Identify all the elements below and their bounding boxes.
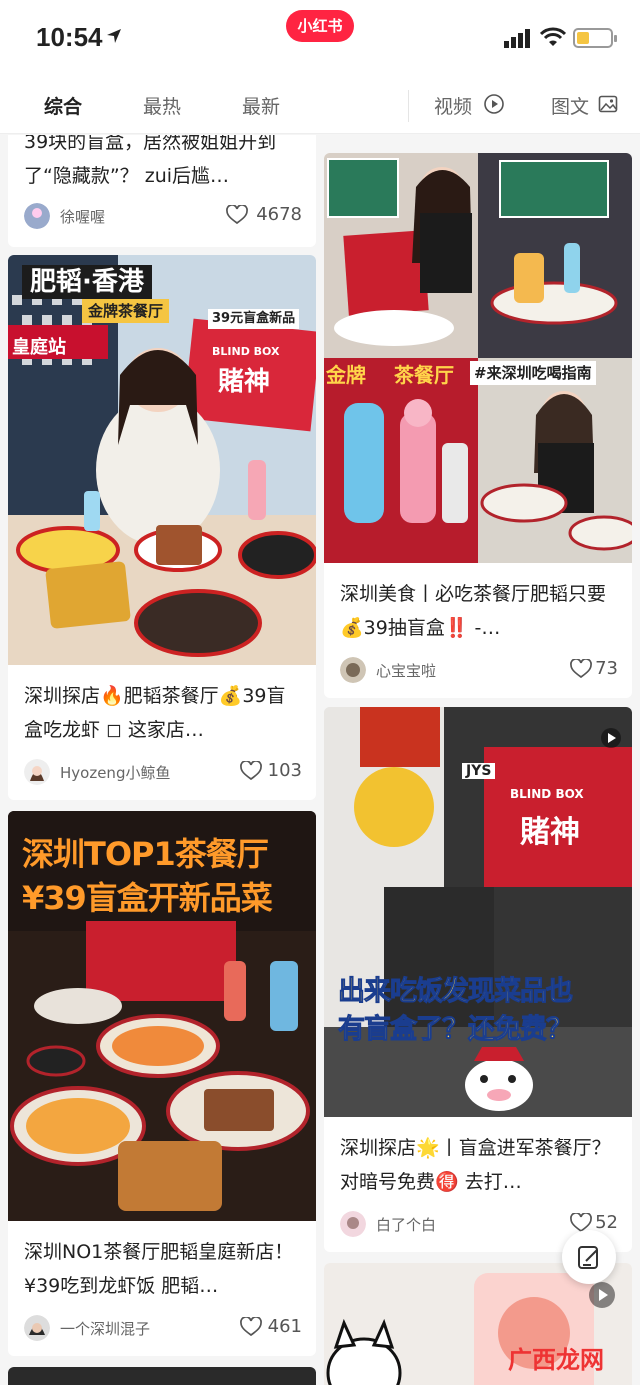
tab-comprehensive[interactable]: 综合	[44, 92, 82, 119]
note-title: 深圳探店🌟丨盲盒进军茶餐厅？对暗号免费🉐 去打…	[340, 1137, 611, 1193]
blind-box-brand: BLIND BOX	[212, 345, 280, 358]
notes-feed: 39块的盲盒，居然被姐姐开到了“隐藏款”？ zui后尴… 徐喔喔 4678 肥韬…	[0, 135, 640, 1385]
jys-tag: JYS	[462, 763, 496, 779]
create-note-button[interactable]	[562, 1230, 616, 1284]
note-meta: 徐喔喔 4678	[24, 203, 302, 231]
author-name[interactable]: 一个深圳混子	[60, 1318, 150, 1339]
heart-icon[interactable]	[240, 1317, 262, 1337]
tab-hottest[interactable]: 最热	[143, 92, 181, 119]
cover-tag: 39元盲盒新品	[208, 309, 300, 329]
note-meta: Hyozeng小鲸鱼 103	[24, 759, 302, 787]
app-logo-badge: 小红书	[286, 10, 354, 42]
note-card[interactable]: 金牌 茶餐厅 #来深圳吃喝指南 深圳美食丨必吃茶餐厅肥韬只要💰39抽盲盒‼️ -…	[324, 153, 632, 698]
note-title: 深圳探店🔥肥韬茶餐厅💰39盲盒吃龙虾 ◻ 这家店…	[24, 685, 286, 741]
play-circle-icon[interactable]	[484, 94, 504, 114]
blind-box-title: 賭神	[218, 367, 271, 397]
author-name[interactable]: 徐喔喔	[60, 206, 105, 227]
note-card[interactable]: 39块的盲盒，居然被姐姐开到了“隐藏款”？ zui后尴… 徐喔喔 4678	[8, 135, 316, 247]
site-watermark: 广西龙网	[508, 1346, 604, 1374]
author-name[interactable]: Hyozeng小鲸鱼	[60, 762, 170, 783]
cover-tag-restaurant: 茶餐厅	[394, 363, 454, 387]
video-play-icon[interactable]	[588, 1281, 616, 1309]
status-bar: 10:54 小红书	[0, 0, 640, 80]
cover-headline: 深圳TOP1茶餐厅	[22, 835, 269, 873]
cover-subheadline: ¥39盲盒开新品菜	[22, 879, 273, 917]
like-count: 73	[595, 658, 618, 679]
cover-headline: 肥韬·香港	[22, 265, 152, 299]
note-card[interactable]: 深圳TOP1茶餐厅 ¥39盲盒开新品菜 深圳NO1茶餐厅肥韬皇庭新店！¥39吃到…	[8, 811, 316, 1356]
tab-latest[interactable]: 最新	[242, 92, 280, 119]
like-count: 103	[267, 760, 302, 781]
author-avatar[interactable]	[24, 203, 50, 229]
tab-image-text[interactable]: 图文	[551, 92, 589, 119]
note-cover-image	[8, 1367, 316, 1385]
note-card[interactable]: 肥韬·香港 金牌茶餐厅 39元盲盒新品 皇庭站 BLIND BOX 賭神 深圳探…	[8, 255, 316, 800]
author-avatar[interactable]	[340, 657, 366, 683]
author-avatar[interactable]	[24, 1315, 50, 1341]
cover-side-sign: 皇庭站	[12, 337, 66, 358]
note-card[interactable]: JYS BLIND BOX 賭神 出来吃饭发现菜品也 有盲盒了？还免费？ 深圳探…	[324, 707, 632, 1252]
like-count: 461	[267, 1316, 302, 1337]
author-avatar[interactable]	[24, 759, 50, 785]
cover-headline: 出来吃饭发现菜品也	[338, 976, 574, 1008]
note-title: 39块的盲盒，居然被姐姐开到了“隐藏款”？ zui后尴…	[24, 135, 277, 187]
blind-box-brand: BLIND BOX	[510, 787, 584, 801]
wifi-icon	[540, 27, 566, 46]
battery-icon	[573, 28, 617, 48]
heart-icon[interactable]	[240, 761, 262, 781]
blind-box-title: 賭神	[520, 815, 580, 850]
note-cover-image	[324, 153, 632, 563]
note-meta: 心宝宝啦 73	[340, 657, 618, 685]
author-avatar[interactable]	[340, 1211, 366, 1237]
cover-subheadline: 有盲盒了？还免费？	[338, 1014, 574, 1046]
author-name[interactable]: 心宝宝啦	[376, 660, 436, 681]
tab-video[interactable]: 视频	[434, 92, 472, 119]
cover-subheadline: 金牌茶餐厅	[82, 299, 170, 323]
heart-icon[interactable]	[570, 659, 592, 679]
location-arrow-icon	[107, 29, 121, 43]
filter-tabbar: 综合 最热 最新 视频 图文	[0, 80, 640, 134]
edit-icon	[578, 1246, 598, 1269]
cellular-signal-icon	[504, 29, 530, 48]
author-name[interactable]: 白了个白	[376, 1214, 436, 1235]
note-title: 深圳NO1茶餐厅肥韬皇庭新店！¥39吃到龙虾饭 肥韬…	[24, 1241, 294, 1297]
note-title: 深圳美食丨必吃茶餐厅肥韬只要💰39抽盲盒‼️ -…	[340, 583, 607, 639]
note-meta: 一个深圳混子 461	[24, 1315, 302, 1343]
image-icon[interactable]	[598, 94, 618, 114]
like-count: 4678	[256, 204, 302, 225]
status-time: 10:54	[36, 22, 103, 52]
like-count: 52	[595, 1212, 618, 1233]
cover-tag-gold: 金牌	[326, 363, 366, 387]
tab-divider	[408, 90, 409, 122]
video-play-icon[interactable]	[600, 727, 622, 749]
heart-icon[interactable]	[226, 205, 248, 225]
cover-hashtag: #来深圳吃喝指南	[470, 361, 596, 385]
note-card[interactable]	[8, 1367, 316, 1385]
